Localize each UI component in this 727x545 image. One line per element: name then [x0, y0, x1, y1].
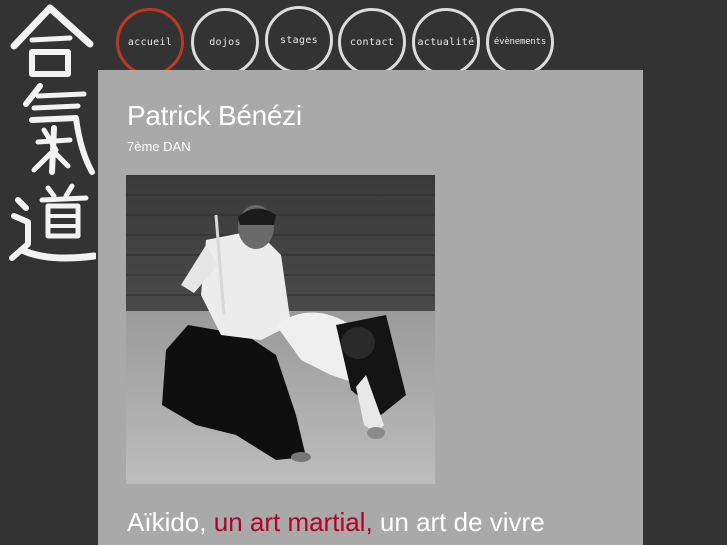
- tagline-part-aikido: Aïkido,: [127, 507, 207, 537]
- nav-stages[interactable]: stages: [265, 6, 333, 74]
- nav-contact[interactable]: contact: [338, 8, 406, 76]
- tagline: Aïkido, un art martial, un art de vivre: [127, 507, 545, 538]
- nav-actualite-label: actualité: [417, 36, 475, 48]
- nav-evenements[interactable]: évènements: [486, 8, 554, 76]
- aikido-kanji-logo: [4, 0, 98, 270]
- nav-stages-label: stages: [280, 34, 318, 46]
- nav-dojos-label: dojos: [209, 36, 241, 48]
- nav-dojos[interactable]: dojos: [191, 8, 259, 76]
- aikido-photo-icon: [126, 175, 435, 484]
- page-subtitle: 7ème DAN: [127, 139, 191, 154]
- aikido-kanji-icon: [9, 4, 98, 262]
- page-title: Patrick Bénézi: [127, 100, 302, 131]
- nav-accueil[interactable]: accueil: [116, 8, 184, 76]
- nav-accueil-label: accueil: [127, 36, 173, 48]
- aikido-photo: [126, 175, 435, 484]
- nav-evenements-label: évènements: [493, 37, 547, 47]
- nav-actualite[interactable]: actualité: [412, 8, 480, 76]
- main-content: Patrick Bénézi 7ème DAN Aïkido, un art m…: [98, 70, 643, 545]
- tagline-part-art-de-vivre: un art de vivre: [379, 507, 545, 537]
- nav-contact-label: contact: [349, 36, 395, 48]
- tagline-part-art-martial: un art martial,: [213, 507, 373, 537]
